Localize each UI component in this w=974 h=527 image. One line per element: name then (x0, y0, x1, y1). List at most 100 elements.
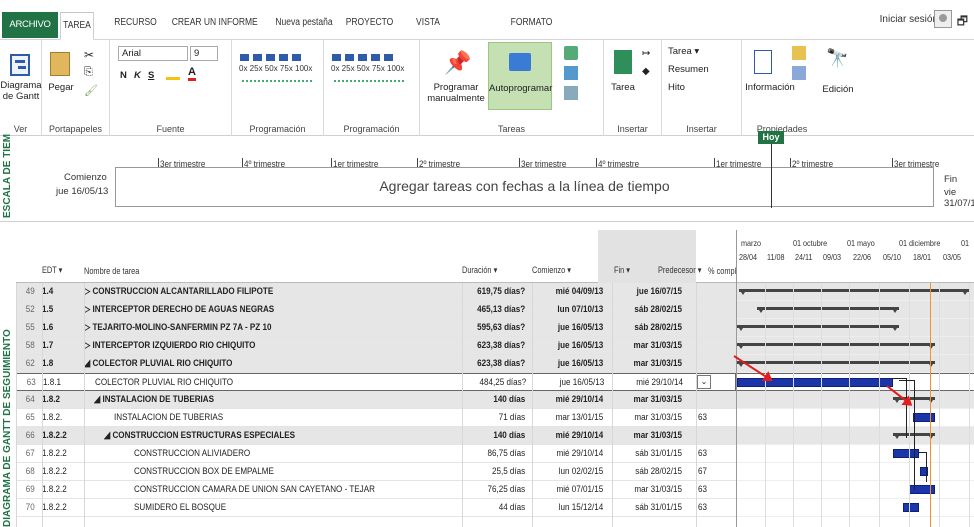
task-insert-icon (614, 50, 632, 74)
cell-id: 64 (25, 394, 35, 405)
col-predecessor[interactable]: Predecesor ▾ (658, 265, 701, 276)
details-icon[interactable] (792, 66, 806, 80)
edit-button[interactable]: Edición (818, 84, 858, 95)
summary-bar[interactable] (739, 289, 969, 292)
paste-button[interactable]: Pegar (44, 82, 78, 93)
timescale-gridline (793, 283, 794, 527)
inspect-icon[interactable] (564, 46, 578, 60)
date-dropdown-button[interactable]: ⌄ (697, 375, 711, 389)
table-row[interactable]: 66 1.8.2.2 ◢ CONSTRUCCION ESTRUCTURAS ESPE… (16, 427, 736, 445)
cell-end: sáb 31/01/15 (635, 448, 682, 459)
tab-report[interactable]: CREAR UN INFORME (168, 14, 262, 32)
group-view: Diagrama de Gantt Ver (0, 40, 42, 136)
mode-icon[interactable] (564, 86, 578, 100)
gantt-timescale: marzo 01 octubre 01 mayo 01 diciembre 01 28/0… (737, 230, 974, 283)
cell-start: jue 16/05/13 (557, 322, 604, 333)
task-bar[interactable] (903, 503, 919, 512)
col-name[interactable]: Nombre de tarea (84, 266, 139, 276)
information-button[interactable]: Información (742, 82, 798, 93)
task-insert-button[interactable]: Tarea (606, 82, 640, 93)
auto-schedule-button[interactable]: Autoprogramar (488, 42, 552, 110)
task-bar[interactable] (913, 413, 935, 422)
cut-icon[interactable]: ✂ (84, 48, 94, 62)
signin-link[interactable]: Iniciar sesión (880, 14, 938, 25)
summary-cap (927, 343, 935, 349)
col-end[interactable]: Fin ▾ (614, 265, 630, 276)
table-row[interactable]: 64 1.8.2 ◢ INSTALACION DE TUBERIAS 140 días… (16, 391, 736, 409)
tab-resource[interactable]: RECURSO (110, 14, 161, 32)
summary-bar[interactable] (737, 325, 899, 328)
avatar[interactable] (934, 10, 952, 28)
timeline-drop-area[interactable]: Agregar tareas con fechas a la línea de … (115, 167, 934, 207)
table-row[interactable]: 49 1.4 ▷ CONSTRUCCION ALCANTARILLADO FILIP… (16, 283, 736, 301)
cell-end: sáb 31/01/15 (635, 502, 682, 513)
col-duration[interactable]: Duración ▾ (462, 265, 497, 276)
col-percent[interactable]: % compl (708, 266, 736, 276)
italic-button[interactable]: K (134, 70, 141, 81)
cell-id: 52 (25, 304, 35, 315)
milestone-button[interactable]: Hito (668, 82, 685, 93)
tab-view[interactable]: VISTA (411, 14, 445, 32)
schedule-links-icon-2[interactable] (334, 80, 404, 92)
timescale-top-label: 01 diciembre (899, 238, 941, 248)
table-row[interactable]: 65 1.8.2. INSTALACION DE TUBERIAS 71 días ma… (16, 409, 736, 427)
table-row[interactable]: 63 1.8.1 COLECTOR PLUVIAL RIO CHIQUITO 484,… (16, 373, 736, 391)
bold-button[interactable]: N (120, 70, 127, 81)
tab-project[interactable]: PROYECTO (344, 14, 395, 32)
pin-icon: 📌 (444, 50, 472, 75)
col-start[interactable]: Comienzo ▾ (532, 265, 571, 276)
cell-name: ◢ CONSTRUCCION ESTRUCTURAS ESPECIALES (104, 430, 296, 441)
tab-task[interactable]: TAREA (60, 12, 94, 40)
tab-format[interactable]: FORMATO (506, 14, 557, 32)
task-bar[interactable] (737, 378, 893, 387)
outline-icon[interactable]: ↦ (642, 48, 650, 59)
cell-end: jue 16/07/15 (636, 286, 682, 297)
underline-button[interactable]: S (148, 70, 154, 81)
summary-bar[interactable] (737, 361, 935, 364)
timeline-pane[interactable]: ESCALA DE TIEM 3er trimestre 4º trimestre… (0, 134, 974, 222)
summary-bar[interactable] (737, 343, 935, 346)
table-row[interactable]: 58 1.7 ▷ INTERCEPTOR IZQUIERDO RIO CHIQUIT… (16, 337, 736, 355)
table-row[interactable]: 52 1.5 ▷ INTERCEPTOR DERECHO DE AGUAS NEGR… (16, 301, 736, 319)
format-painter-icon[interactable]: 🖌 (84, 84, 98, 97)
timescale-gridline (765, 283, 766, 527)
milestone-icon[interactable]: ◆ (642, 66, 650, 77)
summary-bar[interactable] (757, 307, 899, 310)
task-menu-button[interactable]: Tarea ▾ (668, 46, 699, 57)
column-separator (84, 283, 85, 527)
table-row[interactable]: 70 1.8.2.2 SUMIDERO EL BOSQUE 44 días lun 15… (16, 499, 736, 517)
copy-icon[interactable]: ⎘ (84, 66, 93, 79)
cell-start: lun 15/12/14 (558, 502, 604, 513)
notes-icon[interactable] (792, 46, 806, 60)
summary-button[interactable]: Resumen (668, 64, 709, 75)
today-flag: Hoy (758, 131, 784, 144)
gantt-view-button[interactable]: Diagrama de Gantt (0, 80, 42, 102)
cell-dur: 484,25 días? (479, 377, 527, 388)
percent-complete-buttons[interactable] (240, 54, 301, 61)
column-separator (462, 283, 463, 527)
cell-dur: 619,75 días? (477, 286, 526, 297)
schedule-links-icon[interactable] (242, 80, 312, 92)
table-row[interactable]: 69 1.8.2.2 CONSTRUCCION CAMARA DE UNION SA… (16, 481, 736, 499)
move-icon[interactable] (564, 66, 578, 80)
highlight-color-icon[interactable] (166, 68, 180, 80)
table-row[interactable]: 68 1.8.2.2 CONSTRUCCION BOX DE EMPALME 25,5… (16, 463, 736, 481)
table-row[interactable]: 62 1.8 ◢ COLECTOR PLUVIAL RIO CHIQUITO 623,… (16, 355, 736, 373)
cell-pred: 63 (698, 412, 707, 423)
manual-schedule-button[interactable]: Programar manualmente (426, 82, 486, 104)
cell-id: 62 (25, 358, 35, 369)
table-row[interactable]: 67 1.8.2.2 CONSTRUCCION ALIVIADERO 86,75 dí… (16, 445, 736, 463)
cell-start: mié 29/10/14 (556, 448, 604, 459)
font-color-icon[interactable]: A (188, 66, 196, 81)
table-row[interactable]: 55 1.6 ▷ TEJARITO-MOLINO-SANFERMIN PZ 7A -… (16, 319, 736, 337)
tab-new[interactable]: Nueva pestaña (270, 14, 338, 32)
col-edt[interactable]: EDT ▾ (42, 265, 62, 276)
cell-dur: 623,38 días? (477, 358, 526, 369)
font-size-select[interactable]: 9 (190, 46, 218, 61)
cell-name: ▷ CONSTRUCCION ALCANTARILLADO FILIPOTE (84, 286, 274, 297)
group-label-tasks: Tareas (497, 124, 525, 134)
restore-icon[interactable]: 🗗 (957, 12, 968, 33)
font-name-select[interactable]: Arial (118, 46, 188, 61)
percent-complete-buttons-2[interactable] (332, 54, 393, 61)
tab-file[interactable]: ARCHIVO (2, 12, 58, 38)
